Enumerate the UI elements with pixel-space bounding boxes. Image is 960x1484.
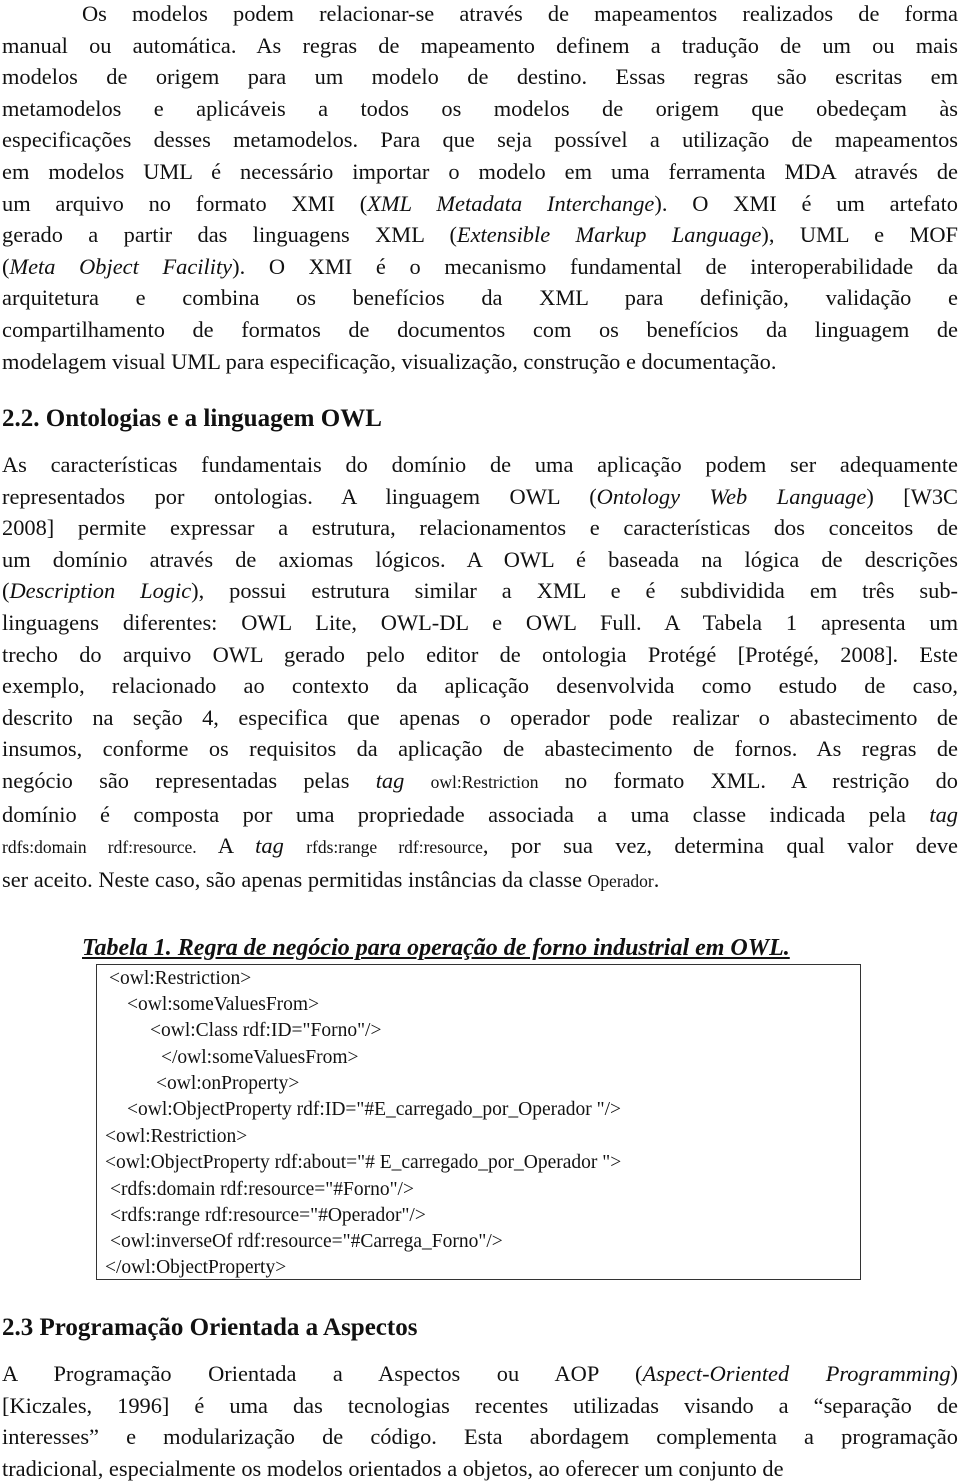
text-line: (Meta Object Facility). O XMI é o mecani… — [2, 253, 958, 279]
text-line: um domínio através de axiomas lógicos. A… — [2, 546, 958, 572]
code-line: <owl:onProperty> — [156, 1073, 300, 1094]
text-line: compartilhamento de formatos de document… — [2, 316, 958, 342]
owl-code-table: <owl:Restriction> <owl:someValuesFrom> <… — [96, 964, 861, 1280]
code-term: rfds:range rdf:resource — [306, 837, 483, 858]
italic-term: Extensible Markup Language — [456, 222, 762, 248]
text-line: em modelos UML é necessário importar o m… — [2, 158, 958, 184]
code-term: rdfs:domain rdf:resource. — [2, 837, 197, 858]
italic-term: Aspect-Oriented Programming — [642, 1361, 951, 1386]
italic-term: tag — [929, 801, 958, 827]
text-line: domínio é composta por uma propriedade a… — [2, 801, 958, 827]
text-line: um arquivo no formato XMI (XML Metadata … — [2, 190, 958, 216]
text-line: rdfs:domain rdf:resource. A tag rfds:ran… — [2, 833, 958, 859]
code-line: <owl:Restriction> — [105, 1126, 248, 1147]
text-line: linguagens diferentes: OWL Lite, OWL-DL … — [2, 609, 958, 635]
code-line: <owl:inverseOf rdf:resource="#Carrega_Fo… — [110, 1231, 503, 1252]
paragraph-ontologias: As características fundamentais do domín… — [2, 449, 958, 897]
text-line: A Programação Orientada a Aspectos ou AO… — [2, 1361, 958, 1386]
table-caption: Tabela 1. Regra de negócio para operação… — [82, 935, 790, 961]
italic-term: Ontology Web Language — [596, 483, 867, 509]
text-line: Os modelos podem relacionar-se através d… — [82, 1, 958, 26]
text-line: interesses” e modularização de código. E… — [2, 1424, 958, 1450]
text-line: 2008] permite expressar a estrutura, rel… — [2, 515, 958, 541]
text-line: modelagem visual UML para especificação,… — [2, 348, 777, 374]
code-line: <owl:ObjectProperty rdf:ID="#E_carregado… — [127, 1099, 622, 1120]
text-line: insumos, conforme os requisitos da aplic… — [2, 736, 958, 762]
text-line: [Kiczales, 1996] é uma das tecnologias r… — [2, 1392, 958, 1418]
code-line: <owl:Class rdf:ID="Forno"/> — [150, 1020, 382, 1041]
text-line: arquitetura e combina os benefícios da X… — [2, 285, 958, 311]
italic-term: tag — [255, 833, 284, 859]
text-line: negócio são representadas pelas tag owl:… — [2, 767, 958, 793]
text-line: modelos de origem para um modelo de dest… — [2, 64, 958, 90]
italic-term: XML Metadata Interchange — [367, 190, 655, 216]
section-heading-2-2: 2.2. Ontologias e a linguagem OWL — [2, 405, 382, 432]
section-heading-2-3: 2.3 Programação Orientada a Aspectos — [2, 1314, 418, 1341]
text-line: exemplo, relacionado ao contexto da apli… — [2, 673, 958, 699]
code-line: </owl:ObjectProperty> — [105, 1257, 287, 1278]
code-line: <owl:someValuesFrom> — [127, 994, 320, 1015]
italic-term: tag — [375, 767, 405, 793]
code-line: <owl:Restriction> — [109, 968, 252, 989]
text-line: trecho do arquivo OWL gerado pelo editor… — [2, 641, 958, 667]
code-term: Operador — [587, 870, 654, 891]
paragraph-aop: A Programação Orientada a Aspectos ou AO… — [2, 1358, 958, 1484]
text-line: tradicional, especialmente os modelos or… — [2, 1455, 784, 1481]
italic-term: Meta Object Facility — [9, 253, 233, 279]
text-line: As características fundamentais do domín… — [2, 452, 958, 477]
text-line: ser aceito. Neste caso, são apenas permi… — [2, 866, 660, 892]
text-line: especificações desses metamodelos. Para … — [2, 127, 958, 153]
code-line: </owl:someValuesFrom> — [161, 1047, 359, 1068]
text-line: metamodelos e aplicáveis a todos os mode… — [2, 95, 958, 121]
text-line: (Description Logic), possui estrutura si… — [2, 578, 958, 604]
paragraph-mapeamentos: Os modelos podem relacionar-se através d… — [2, 0, 958, 377]
text-line: gerado a partir das linguagens XML (Exte… — [2, 222, 958, 248]
italic-term: Description Logic — [9, 578, 192, 604]
code-term: owl:Restriction — [430, 771, 539, 792]
text-line: representados por ontologias. A linguage… — [2, 483, 958, 509]
code-line: <rdfs:domain rdf:resource="#Forno"/> — [110, 1179, 414, 1200]
code-line: <rdfs:range rdf:resource="#Operador"/> — [110, 1205, 426, 1226]
text-line: descrito na seção 4, especifica que apen… — [2, 704, 958, 730]
text-line: manual ou automática. As regras de mapea… — [2, 32, 958, 58]
code-line: <owl:ObjectProperty rdf:about="# E_carre… — [105, 1152, 622, 1173]
